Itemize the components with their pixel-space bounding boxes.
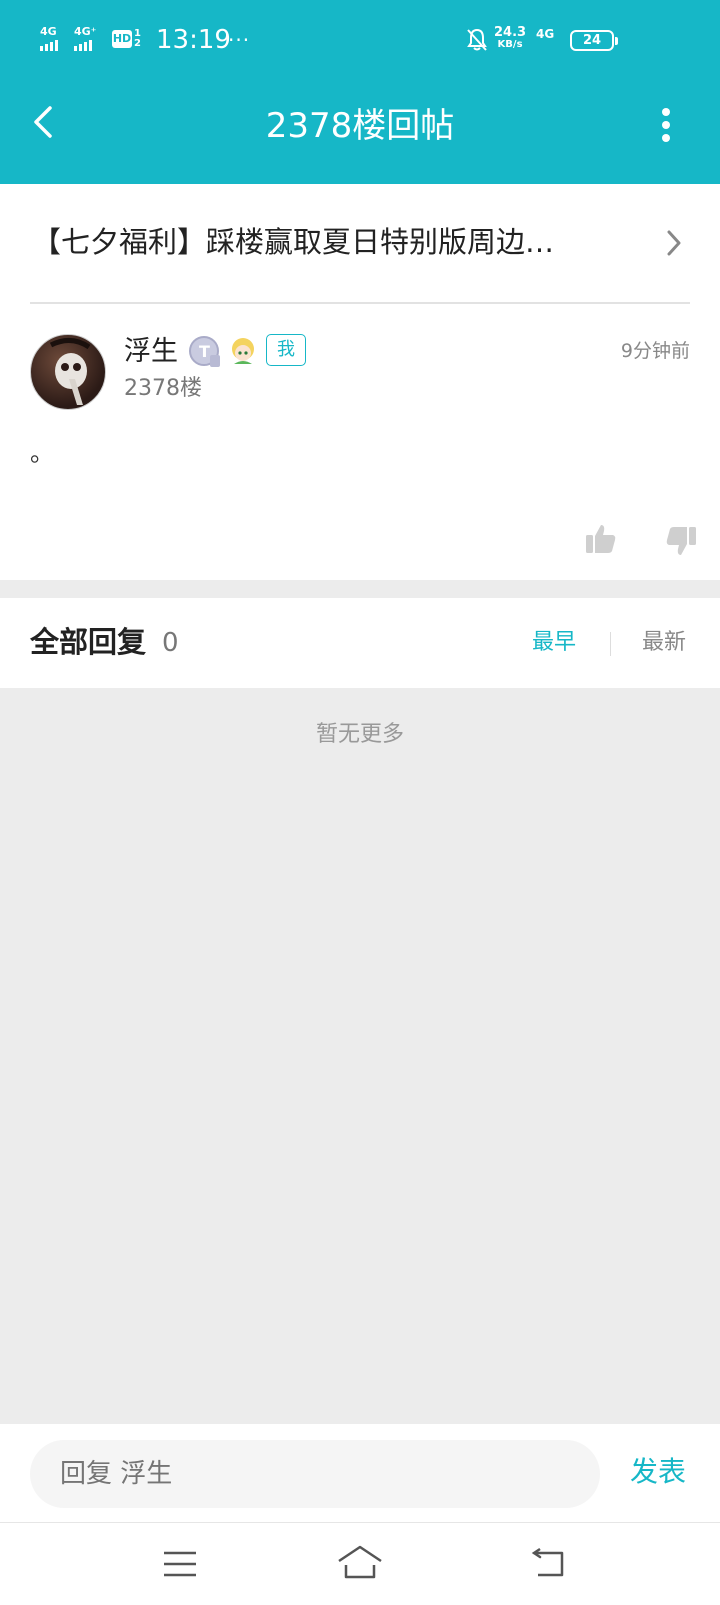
network-label-2: 4G⁺ [74,25,97,38]
sort-divider [610,632,611,656]
network-label-3: 4G [536,27,555,41]
page-title: 2378楼回帖 [265,106,455,146]
reply-bar: 发表 [0,1424,720,1522]
menu-icon[interactable] [162,1547,198,1581]
battery-icon: 24 [570,30,618,51]
app-header: 4G 4G⁺ HD 1 2 13:19 ··· 24.3 KB/s 4G 24 [0,0,720,184]
post-content: 。 [30,439,54,467]
network-label-1: 4G [40,25,57,38]
thumbs-up-icon[interactable] [584,522,618,556]
speed-unit: KB/s [497,39,523,50]
reply-input[interactable] [30,1440,600,1508]
speed-value: 24.3 [494,25,527,40]
mute-bell-icon [467,28,487,51]
hd-sim-label: 1 2 [134,28,141,49]
send-button[interactable]: 发表 [630,1452,686,1492]
avatar[interactable] [30,334,106,410]
replies-header: 全部回复 0 最早 最新 [0,598,720,688]
post-card: 浮生 T 我 2378楼 9分钟前 。 [0,304,720,580]
chevron-right-icon [667,230,681,256]
post-time: 9分钟前 [620,340,690,362]
avatar-image [49,338,91,405]
signal-1: 4G [40,26,60,51]
signal-bars-icon [40,39,60,51]
thumbs-down-icon[interactable] [664,524,698,558]
signal-2: 4G⁺ [74,26,97,51]
username[interactable]: 浮生 [124,334,178,370]
signal-bars-icon [74,39,97,51]
home-icon[interactable] [336,1543,384,1583]
reply-count: 0 [162,628,179,658]
svg-text:T: T [199,342,210,361]
network-speed: 24.3 KB/s [494,26,526,50]
system-nav-bar [0,1522,720,1605]
sort-newest-tab[interactable]: 最新 [642,628,686,658]
clock: 13:19 [156,25,231,55]
me-tag: 我 [266,334,306,366]
more-icon[interactable] [652,106,682,146]
sort-earliest-tab[interactable]: 最早 [532,628,576,658]
level-badge-icon: T [189,336,220,367]
status-bar: 4G 4G⁺ HD 1 2 13:19 ··· 24.3 KB/s 4G 24 [0,0,720,80]
floor-number: 2378楼 [124,376,202,401]
thread-title: 【七夕福利】踩楼赢取夏日特别版周边… [32,225,555,259]
empty-state-text: 暂无更多 [315,722,404,747]
all-replies-label: 全部回复 [30,625,147,659]
return-icon[interactable] [530,1545,570,1581]
hd-voice-icon: HD [112,30,132,48]
character-badge-icon [232,338,254,364]
notification-dots: ··· [228,28,251,52]
thread-link[interactable]: 【七夕福利】踩楼赢取夏日特别版周边… [0,184,720,304]
page: 4G 4G⁺ HD 1 2 13:19 ··· 24.3 KB/s 4G 24 [0,0,720,1605]
